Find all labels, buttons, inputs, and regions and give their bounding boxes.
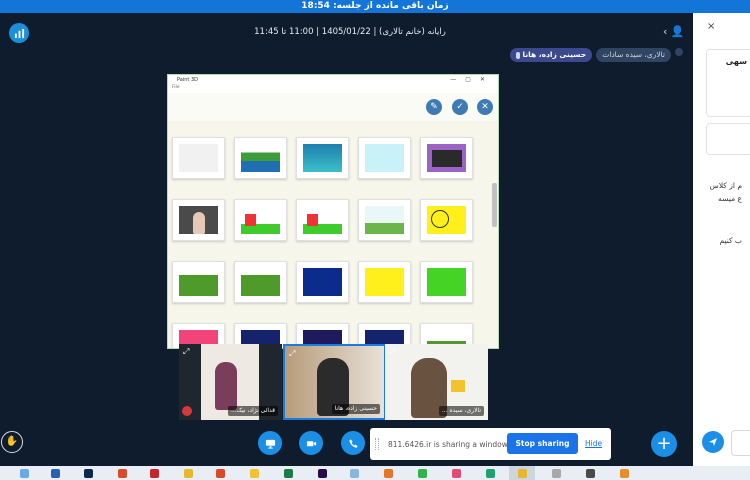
chrome-icon[interactable] <box>518 469 527 478</box>
stats-icon[interactable] <box>9 23 29 43</box>
vlc-icon[interactable] <box>384 469 393 478</box>
participant-pills: حسینی زاده، هانا تالاری، سیده سادات <box>509 48 683 62</box>
grid-card[interactable] <box>420 199 473 241</box>
app-icon[interactable] <box>486 469 495 478</box>
pdf-icon[interactable] <box>150 469 159 478</box>
app-icon[interactable] <box>452 469 461 478</box>
expand-icon[interactable]: ⤢ <box>389 347 395 357</box>
add-button[interactable]: + <box>651 431 677 457</box>
grid-card[interactable] <box>358 137 411 179</box>
screen-share-button[interactable] <box>258 431 282 455</box>
monitor-icon <box>265 439 275 449</box>
excel-icon[interactable] <box>284 469 293 478</box>
folder-icon[interactable] <box>250 469 259 478</box>
word-icon[interactable] <box>51 469 60 478</box>
panel-text: ع میسه <box>718 194 742 203</box>
tile-label: قدائی نژاد، نیک... <box>228 406 278 416</box>
grid-card[interactable] <box>420 261 473 303</box>
camera-button[interactable] <box>299 431 323 455</box>
panel-card: سهی <box>706 49 750 117</box>
grid-card[interactable] <box>234 137 287 179</box>
chrome-icon[interactable] <box>184 469 193 478</box>
grid-card[interactable] <box>172 261 225 303</box>
grid-card[interactable] <box>358 199 411 241</box>
host-pill[interactable]: تالاری، سیده سادات <box>596 48 671 62</box>
time-remaining-banner: زمان باقی مانده از جلسه: 18:54 <box>0 0 750 13</box>
window-titlebar: Paint 3D —▢✕ <box>168 75 498 85</box>
tile-label: تالاری، سیده ... <box>438 406 484 416</box>
sharing-notification-bar: 811.6426.ir is sharing a window. Stop sh… <box>370 428 611 460</box>
drag-handle[interactable] <box>375 438 379 450</box>
grid-card[interactable] <box>420 137 473 179</box>
shared-window: Paint 3D —▢✕ File ✎ ✓ ✕ <box>167 74 499 349</box>
status-dot <box>675 48 683 56</box>
grid-card[interactable] <box>358 261 411 303</box>
panel-text: م از کلاس <box>709 181 742 190</box>
app-icon[interactable] <box>620 469 629 478</box>
participants-icon[interactable]: ‹ 👤 <box>663 25 685 38</box>
video-tile[interactable]: ⤢ قدائی نژاد، نیک... <box>179 344 282 420</box>
check-icon[interactable]: ✓ <box>452 99 468 115</box>
chat-input[interactable] <box>731 430 750 456</box>
image-grid <box>168 121 498 348</box>
expand-icon[interactable]: ⤢ <box>289 349 295 359</box>
meeting-title: رایانه (خانم تالاری) | 1405/01/22 | 11:0… <box>254 27 446 37</box>
close-panel-icon[interactable]: × <box>707 21 715 32</box>
panel-card-title: سهی <box>725 57 747 66</box>
app-icon[interactable] <box>216 469 225 478</box>
phone-icon <box>348 438 358 448</box>
presenter-pill[interactable]: حسینی زاده، هانا <box>509 48 593 62</box>
grid-card[interactable] <box>296 199 349 241</box>
meeting-area: رایانه (خانم تالاری) | 1405/01/22 | 11:0… <box>0 13 693 466</box>
window-title: Paint 3D <box>177 77 198 83</box>
window-toolbar: ✎ ✓ ✕ <box>168 93 498 121</box>
send-button[interactable] <box>702 431 724 453</box>
expand-icon[interactable]: ⤢ <box>183 347 189 357</box>
app-icon[interactable] <box>552 469 561 478</box>
close-icon[interactable]: ✕ <box>477 99 493 115</box>
camera-icon <box>306 440 316 446</box>
windows-icon[interactable] <box>20 469 29 478</box>
stop-sharing-button[interactable]: Stop sharing <box>507 433 578 454</box>
send-icon <box>709 438 717 446</box>
photoshop-icon[interactable] <box>84 469 93 478</box>
mic-icon <box>515 51 520 59</box>
panel-text: ب کنیم <box>719 236 742 245</box>
panel-input[interactable] <box>706 123 750 155</box>
window-menu[interactable]: File <box>168 85 498 93</box>
video-tile-active[interactable]: ⤢ حسینی زاده، هانا <box>283 344 386 420</box>
grid-card[interactable] <box>172 137 225 179</box>
grid-card[interactable] <box>234 261 287 303</box>
taskbar <box>0 466 750 480</box>
chat-panel: × سهی م از کلاس ع میسه ب کنیم <box>693 13 750 466</box>
raise-hand-button[interactable]: ✋ <box>1 431 23 453</box>
hide-link[interactable]: Hide <box>585 439 602 448</box>
whatsapp-icon[interactable] <box>418 469 427 478</box>
app-icon[interactable] <box>350 469 359 478</box>
phone-button[interactable] <box>341 431 365 455</box>
record-icon <box>182 406 192 416</box>
brush-icon[interactable]: ✎ <box>426 99 442 115</box>
window-controls[interactable]: —▢✕ <box>450 76 494 83</box>
tile-label: حسینی زاده، هانا <box>331 404 380 414</box>
grid-card[interactable] <box>296 137 349 179</box>
grid-card[interactable] <box>296 261 349 303</box>
sharing-message: 811.6426.ir is sharing a window. <box>388 439 510 449</box>
grid-card[interactable] <box>234 199 287 241</box>
scrollbar[interactable] <box>492 183 497 227</box>
grid-card[interactable] <box>172 199 225 241</box>
app-icon[interactable] <box>118 469 127 478</box>
premiere-icon[interactable] <box>318 469 327 478</box>
photos-icon[interactable] <box>586 469 595 478</box>
video-tile[interactable]: ⤢ تالاری، سیده ... <box>385 344 488 420</box>
